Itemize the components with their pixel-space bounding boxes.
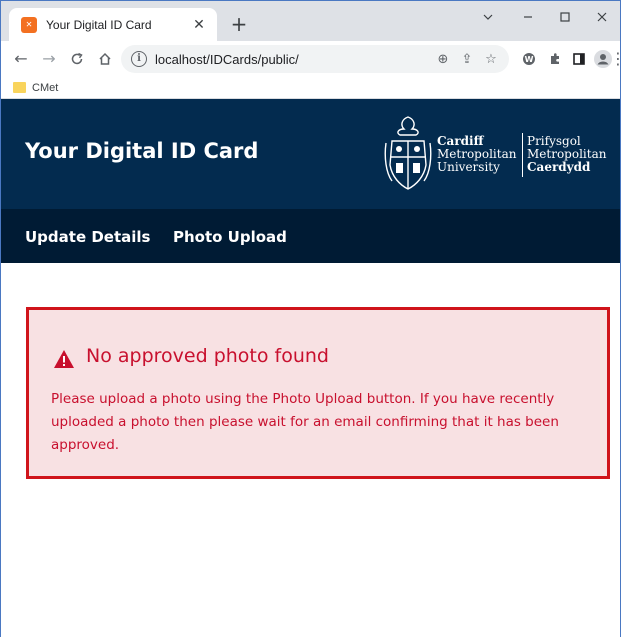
tab-strip: ✕ Your Digital ID Card ✕ + bbox=[1, 1, 620, 41]
nav-photo-upload[interactable]: Photo Upload bbox=[173, 228, 287, 246]
site-title: Your Digital ID Card bbox=[25, 139, 259, 163]
url-text: localhost/IDCards/public/ bbox=[155, 51, 299, 67]
logo-text-english: Cardiff Metropolitan University bbox=[437, 135, 516, 174]
forward-icon[interactable]: → bbox=[37, 47, 61, 71]
bookmark-cmet[interactable]: CMet bbox=[32, 82, 58, 94]
tab-title: Your Digital ID Card bbox=[46, 17, 152, 32]
sidepanel-icon[interactable] bbox=[567, 47, 591, 71]
bookmarks-bar: CMet bbox=[1, 77, 620, 99]
reload-icon[interactable] bbox=[65, 47, 89, 71]
extension-w-icon[interactable]: W bbox=[517, 47, 541, 71]
address-bar[interactable]: i localhost/IDCards/public/ ⊕ ⇪ ☆ bbox=[121, 45, 509, 73]
logo-line: Caerdydd bbox=[527, 160, 591, 174]
error-alert: No approved photo found Please upload a … bbox=[26, 307, 610, 479]
tab-close-icon[interactable]: ✕ bbox=[191, 17, 207, 33]
svg-text:W: W bbox=[525, 55, 534, 64]
star-icon[interactable]: ☆ bbox=[479, 52, 503, 67]
puzzle-icon[interactable] bbox=[543, 47, 567, 71]
page-content: Your Digital ID Card Cardiff Metropolita… bbox=[1, 99, 620, 637]
site-header: Your Digital ID Card Cardiff Metropolita… bbox=[1, 99, 620, 209]
site-nav: Update Details Photo Upload bbox=[1, 209, 620, 263]
minimize-icon[interactable] bbox=[513, 7, 543, 31]
site-info-icon[interactable]: i bbox=[131, 51, 147, 67]
nav-update-details[interactable]: Update Details bbox=[25, 228, 150, 246]
maximize-icon[interactable] bbox=[550, 7, 580, 31]
logo-line: University bbox=[437, 160, 500, 174]
menu-icon[interactable]: ⋮ bbox=[610, 47, 620, 71]
university-crest-icon bbox=[384, 116, 432, 190]
share-icon[interactable]: ⇪ bbox=[455, 52, 479, 67]
alert-title: No approved photo found bbox=[86, 345, 329, 367]
back-icon[interactable]: ← bbox=[9, 47, 33, 71]
zoom-icon[interactable]: ⊕ bbox=[431, 52, 455, 67]
warning-icon bbox=[54, 350, 74, 368]
home-icon[interactable] bbox=[93, 47, 117, 71]
browser-tab[interactable]: ✕ Your Digital ID Card ✕ bbox=[9, 8, 217, 41]
chevron-down-icon[interactable] bbox=[473, 7, 503, 31]
browser-toolbar: ← → i localhost/IDCards/public/ ⊕ ⇪ ☆ W … bbox=[1, 41, 620, 77]
browser-window: ✕ Your Digital ID Card ✕ + ← → i localho… bbox=[0, 0, 621, 637]
logo-text-welsh: Prifysgol Metropolitan Caerdydd bbox=[527, 135, 606, 174]
folder-icon bbox=[13, 82, 26, 93]
logo-divider bbox=[522, 133, 523, 177]
close-icon[interactable] bbox=[587, 7, 617, 31]
new-tab-icon[interactable]: + bbox=[227, 13, 251, 37]
xampp-icon: ✕ bbox=[21, 16, 37, 33]
alert-message: Please upload a photo using the Photo Up… bbox=[51, 391, 559, 453]
